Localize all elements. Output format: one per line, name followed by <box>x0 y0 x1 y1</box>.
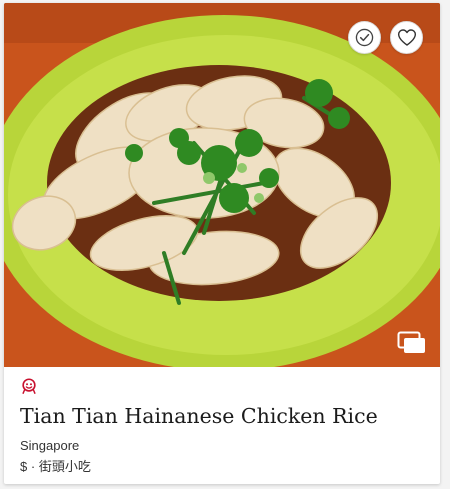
favorite-button[interactable] <box>390 21 423 54</box>
restaurant-card[interactable]: Tian Tian Hainanese Chicken Rice Singapo… <box>4 3 440 484</box>
meta-separator: · <box>30 459 36 474</box>
restaurant-info: Tian Tian Hainanese Chicken Rice Singapo… <box>20 377 428 475</box>
visited-button[interactable] <box>348 21 381 54</box>
restaurant-name[interactable]: Tian Tian Hainanese Chicken Rice <box>20 403 428 429</box>
restaurant-photo[interactable] <box>4 3 440 367</box>
price-level: $ <box>20 459 28 474</box>
bib-gourmand-icon <box>22 378 36 394</box>
checkmark-circle-icon <box>355 28 374 47</box>
price-and-cuisine: $ · 街頭小吃 <box>20 459 428 475</box>
image-gallery-icon[interactable] <box>397 331 427 355</box>
cuisine-type: 街頭小吃 <box>38 459 91 474</box>
restaurant-location: Singapore <box>20 438 80 453</box>
heart-outline-icon <box>397 29 416 46</box>
